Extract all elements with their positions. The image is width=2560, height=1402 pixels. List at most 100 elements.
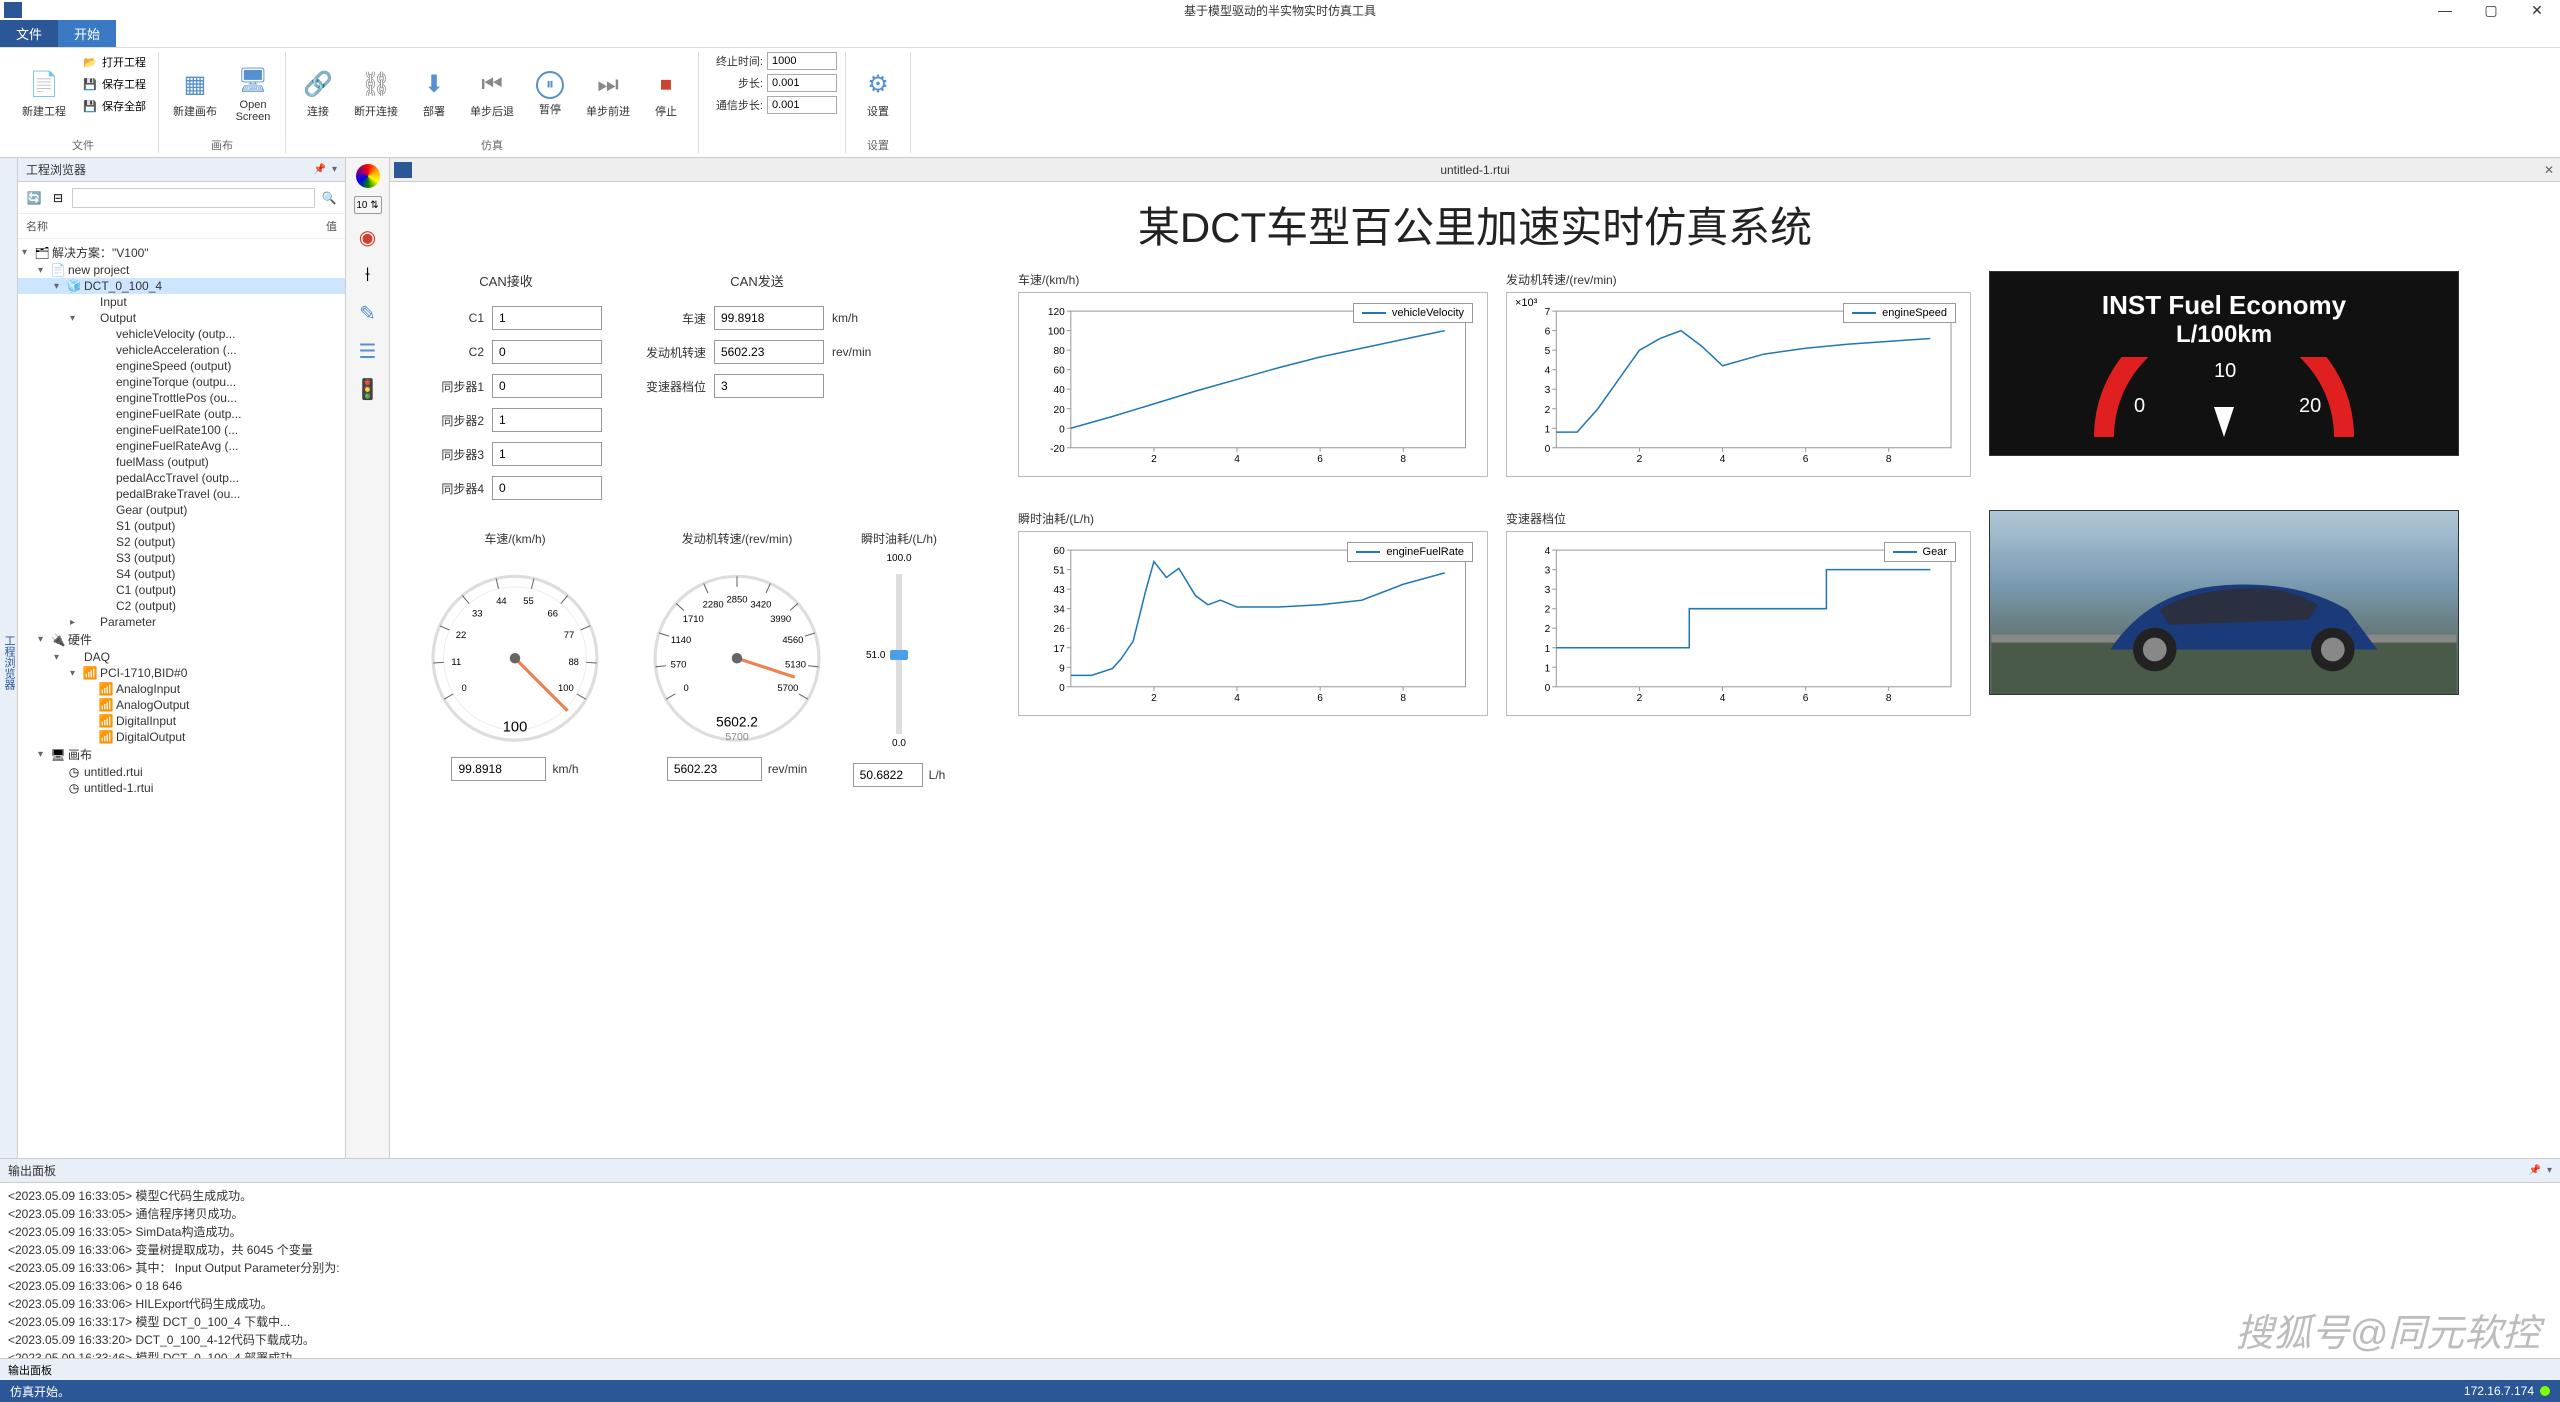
maximize-button[interactable]: ▢	[2468, 0, 2514, 20]
svg-text:60: 60	[1053, 546, 1065, 557]
stop-button[interactable]: ⏹停止	[642, 52, 690, 135]
dropdown-icon[interactable]: ▾	[332, 164, 337, 175]
svg-text:43: 43	[1053, 585, 1065, 596]
project-tree[interactable]: ▾🗂解决方案："V100"▾📄new project▾🧊DCT_0_100_4I…	[18, 239, 345, 1158]
tab-file[interactable]: 文件	[0, 20, 58, 47]
can-gear-input[interactable]	[714, 374, 824, 398]
deploy-button[interactable]: ⬇部署	[410, 52, 458, 135]
palette-tool-icon[interactable]	[356, 164, 380, 188]
pin-icon[interactable]: 📌	[2529, 1165, 2541, 1176]
can-sync4-input[interactable]	[492, 476, 602, 500]
tree-node[interactable]: engineFuelRate (outp...	[18, 406, 345, 422]
search-icon[interactable]: 🔍	[319, 188, 339, 208]
can-sync2-input[interactable]	[492, 408, 602, 432]
end-time-input[interactable]	[767, 52, 837, 70]
close-button[interactable]: ✕	[2514, 0, 2560, 20]
minimize-button[interactable]: —	[2422, 0, 2468, 20]
tree-node[interactable]: fuelMass (output)	[18, 454, 345, 470]
tree-node[interactable]: engineTorque (outpu...	[18, 374, 345, 390]
tree-node[interactable]: C2 (output)	[18, 598, 345, 614]
refresh-icon[interactable]: 🔄	[24, 188, 44, 208]
edit-tool-icon[interactable]: ✎	[353, 298, 383, 328]
tree-node[interactable]: ▾🔌硬件	[18, 630, 345, 649]
save-project-button[interactable]: 💾保存工程	[78, 74, 150, 94]
tree-node[interactable]: ▸Parameter	[18, 614, 345, 630]
svg-text:2: 2	[1545, 405, 1551, 416]
fuel-chart: 091726344351602468 engineFuelRate	[1018, 531, 1488, 716]
rpm-gauge-value[interactable]	[667, 757, 762, 781]
step-input[interactable]	[767, 74, 837, 92]
svg-text:2280: 2280	[703, 600, 724, 611]
step-back-button[interactable]: ⏮单步后退	[464, 52, 520, 135]
comm-step-input[interactable]	[767, 96, 837, 114]
tree-node[interactable]: S4 (output)	[18, 566, 345, 582]
svg-text:2: 2	[1637, 454, 1643, 465]
velocity-chart: -200204060801001202468 vehicleVelocity	[1018, 292, 1488, 477]
new-project-button[interactable]: 📄 新建工程	[16, 52, 72, 135]
slider-thumb-icon[interactable]	[890, 650, 908, 660]
sidebar-tab-browser[interactable]: 工程浏览器	[0, 158, 18, 1158]
tree-node[interactable]: ◷untitled-1.rtui	[18, 780, 345, 796]
tree-node[interactable]: Input	[18, 294, 345, 310]
browser-search-input[interactable]	[72, 188, 315, 208]
tree-node[interactable]: C1 (output)	[18, 582, 345, 598]
new-canvas-button[interactable]: ▦ 新建画布	[167, 52, 223, 135]
disconnect-button[interactable]: ⛓断开连接	[348, 52, 404, 135]
traffic-tool-icon[interactable]: 🚦	[353, 374, 383, 404]
tree-node[interactable]: ▾🗂解决方案："V100"	[18, 243, 345, 262]
dropdown-icon[interactable]: ▾	[2547, 1165, 2552, 1176]
tree-node[interactable]: engineSpeed (output)	[18, 358, 345, 374]
bottom-tab-output[interactable]: 输出面板	[8, 1362, 52, 1378]
can-sync3-input[interactable]	[492, 442, 602, 466]
can-c1-input[interactable]	[492, 306, 602, 330]
tree-node[interactable]: 📶AnalogInput	[18, 681, 345, 697]
gauge-tool-icon[interactable]: ◉	[353, 222, 383, 252]
speed-gauge-value[interactable]	[451, 757, 546, 781]
tree-node[interactable]: S1 (output)	[18, 518, 345, 534]
tree-node[interactable]: pedalBrakeTravel (ou...	[18, 486, 345, 502]
tree-node[interactable]: ▾🖥画布	[18, 745, 345, 764]
svg-text:10: 10	[2214, 360, 2236, 382]
list-tool-icon[interactable]: ☰	[353, 336, 383, 366]
can-speed-input[interactable]	[714, 306, 824, 330]
settings-button[interactable]: ⚙设置	[854, 52, 902, 135]
tree-node[interactable]: ▾📄new project	[18, 262, 345, 278]
tree-node[interactable]: engineTrottlePos (ou...	[18, 390, 345, 406]
tree-node[interactable]: Gear (output)	[18, 502, 345, 518]
output-log[interactable]: <2023.05.09 16:33:05> 模型C代码生成成功。<2023.05…	[0, 1183, 2560, 1358]
can-c2-input[interactable]	[492, 340, 602, 364]
tab-start[interactable]: 开始	[58, 20, 116, 47]
tree-node[interactable]: engineFuelRate100 (...	[18, 422, 345, 438]
numeric-tool-icon[interactable]: 10 ⇅	[354, 196, 382, 214]
tree-node[interactable]: 📶AnalogOutput	[18, 697, 345, 713]
pause-button[interactable]: ⏸暂停	[526, 52, 574, 135]
slider-tool-icon[interactable]: ⟊	[353, 260, 383, 290]
step-fwd-button[interactable]: ⏭单步前进	[580, 52, 636, 135]
tree-node[interactable]: engineFuelRateAvg (...	[18, 438, 345, 454]
can-sync1-input[interactable]	[492, 374, 602, 398]
open-project-button[interactable]: 📂打开工程	[78, 52, 150, 72]
tree-node[interactable]: vehicleVelocity (outp...	[18, 326, 345, 342]
tree-node[interactable]: ▾DAQ	[18, 649, 345, 665]
svg-text:66: 66	[548, 608, 559, 619]
tree-node[interactable]: ▾Output	[18, 310, 345, 326]
tree-node[interactable]: 📶DigitalOutput	[18, 729, 345, 745]
tree-node[interactable]: vehicleAcceleration (...	[18, 342, 345, 358]
collapse-icon[interactable]: ⊟	[48, 188, 68, 208]
pin-icon[interactable]: 📌	[314, 164, 326, 175]
tree-node[interactable]: S2 (output)	[18, 534, 345, 550]
tree-node[interactable]: pedalAccTravel (outp...	[18, 470, 345, 486]
fuel-slider[interactable]: 51.0	[896, 574, 902, 734]
canvas-close-icon[interactable]: ✕	[2544, 163, 2554, 177]
can-rpm-input[interactable]	[714, 340, 824, 364]
tree-node[interactable]: ▾📶PCI-1710,BID#0	[18, 665, 345, 681]
fuel-slider-value[interactable]	[853, 763, 923, 787]
tree-node[interactable]: 📶DigitalInput	[18, 713, 345, 729]
svg-text:20: 20	[1053, 405, 1065, 416]
open-screen-button[interactable]: 🖥 Open Screen	[229, 52, 277, 135]
tree-node[interactable]: ▾🧊DCT_0_100_4	[18, 278, 345, 294]
tree-node[interactable]: S3 (output)	[18, 550, 345, 566]
tree-node[interactable]: ◷untitled.rtui	[18, 764, 345, 780]
connect-button[interactable]: 🔗连接	[294, 52, 342, 135]
save-all-button[interactable]: 💾保存全部	[78, 96, 150, 116]
